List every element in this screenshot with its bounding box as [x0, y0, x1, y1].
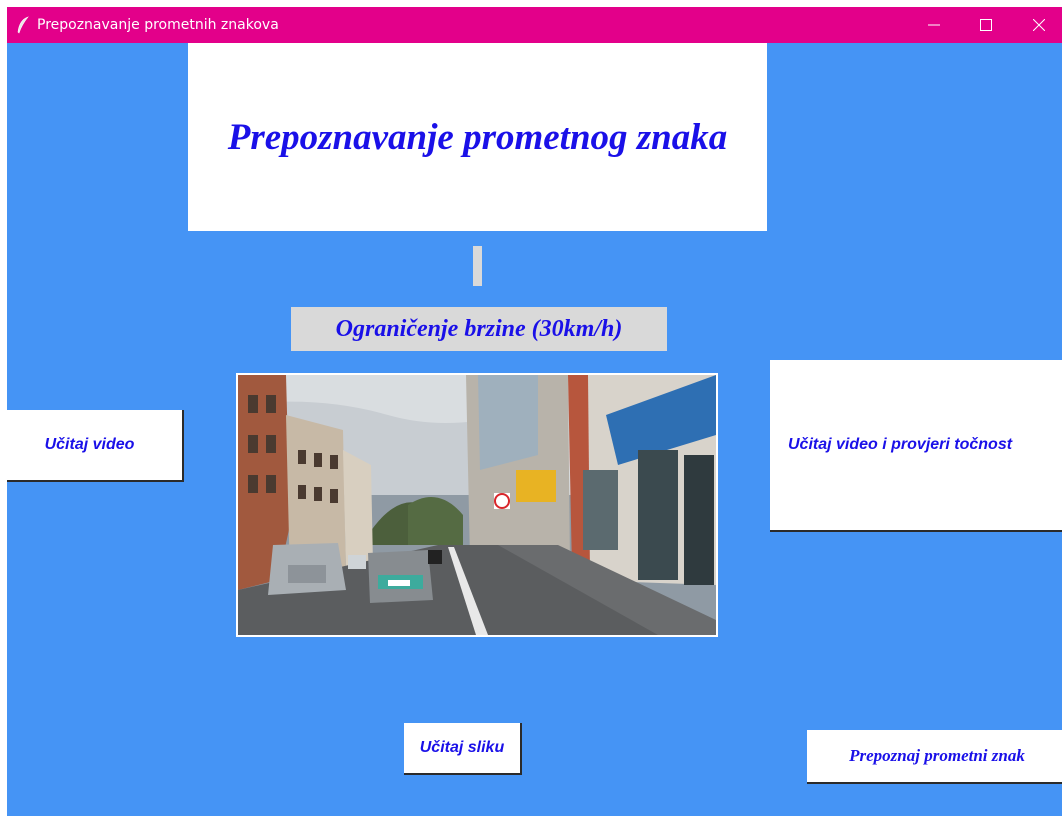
image-preview — [236, 373, 718, 637]
maximize-icon — [980, 19, 992, 31]
recognize-sign-label: Prepoznaj prometni znak — [849, 746, 1025, 765]
result-label: Ograničenje brzine (30km/h) — [335, 315, 623, 342]
window-title: Prepoznavanje prometnih znakova — [37, 17, 279, 33]
recognize-sign-button[interactable]: Prepoznaj prometni znak — [807, 730, 1062, 784]
client-area: Prepoznavanje prometnog znaka Ograničenj… — [7, 43, 1062, 816]
load-video-check-button[interactable]: Učitaj video i provjeri točnost — [770, 360, 1062, 532]
result-panel: Ograničenje brzine (30km/h) — [291, 307, 667, 351]
close-icon — [1033, 19, 1045, 31]
load-video-button[interactable]: Učitaj video — [7, 410, 184, 482]
heading-panel: Prepoznavanje prometnog znaka — [188, 43, 767, 231]
load-image-button[interactable]: Učitaj sliku — [404, 723, 522, 775]
minimize-icon — [928, 24, 940, 26]
maximize-button[interactable] — [963, 7, 1009, 43]
close-button[interactable] — [1016, 7, 1062, 43]
minimize-button[interactable] — [911, 7, 957, 43]
separator — [473, 246, 482, 286]
street-scene-image — [238, 375, 716, 635]
page-title: Prepoznavanje prometnog znaka — [227, 116, 728, 158]
app-window: Prepoznavanje prometnih znakova Prepozna… — [7, 7, 1062, 816]
feather-icon — [17, 16, 29, 34]
title-bar[interactable]: Prepoznavanje prometnih znakova — [7, 7, 1062, 43]
load-image-label: Učitaj sliku — [419, 739, 505, 756]
load-video-check-label: Učitaj video i provjeri točnost — [788, 436, 1013, 453]
load-video-label: Učitaj video — [44, 436, 135, 453]
